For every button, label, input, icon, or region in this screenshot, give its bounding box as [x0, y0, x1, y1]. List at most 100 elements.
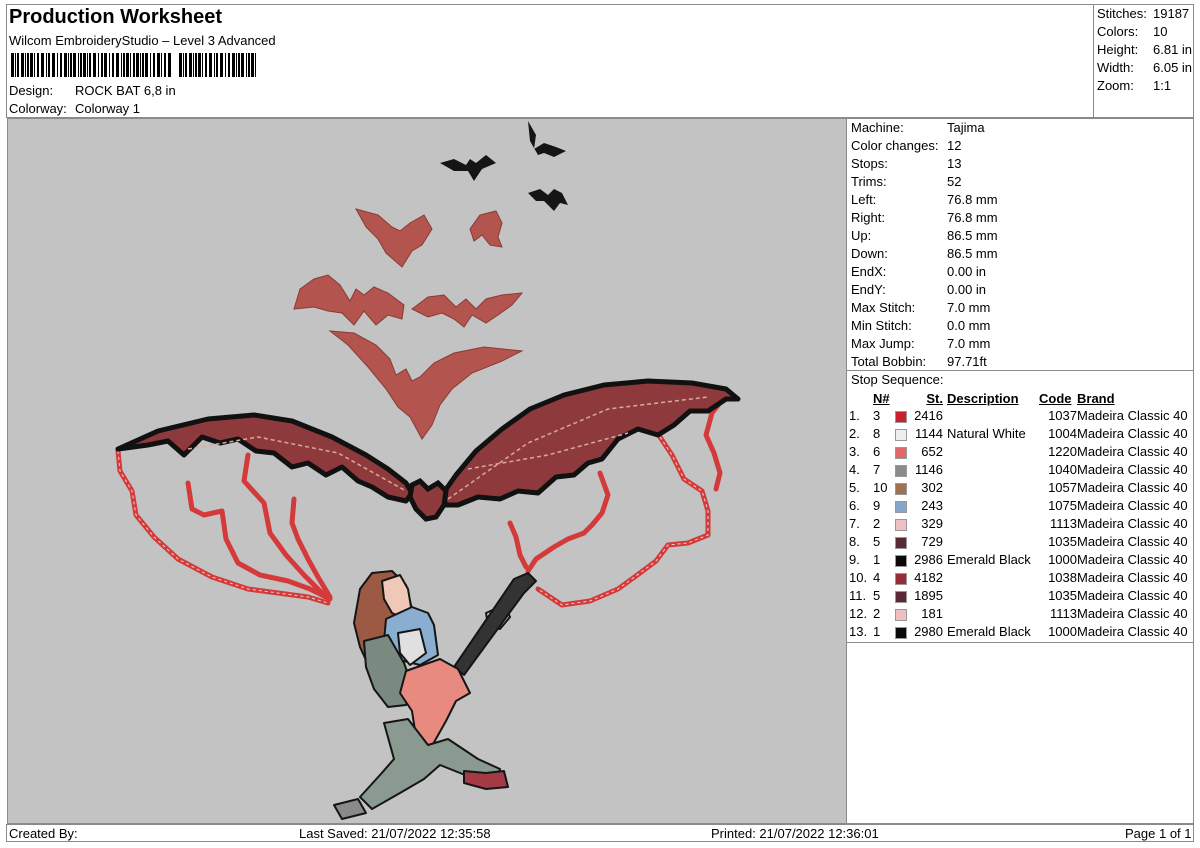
thread-description [947, 479, 1039, 497]
thread-code: 1057 [1048, 480, 1077, 495]
thread-description [947, 407, 1039, 425]
table-header-row: N# St. Description Code Brand [849, 389, 1188, 407]
stitch-count: 729 [921, 534, 943, 549]
info-row: Left: 76.8 mm [851, 191, 1191, 209]
needle-number: 2 [873, 606, 881, 621]
thread-code: 1040 [1048, 462, 1077, 477]
info-value: 76.8 mm [947, 210, 998, 225]
color-swatch [895, 461, 909, 479]
thread-brand: Madeira Classic 40 [1077, 624, 1188, 639]
table-row: 9. 1 2986 Emerald Black 1000 Madeira Classic … [849, 551, 1188, 569]
thread-description: Emerald Black [947, 552, 1031, 567]
summary-value: 10 [1153, 24, 1168, 39]
stitch-count: 181 [921, 606, 943, 621]
stitch-count: 329 [921, 516, 943, 531]
barcode-image [11, 53, 256, 77]
info-value: 13 [947, 156, 962, 171]
info-row: EndY: 0.00 in [851, 281, 1191, 299]
salmon-bat [469, 210, 503, 248]
info-row: Right: 76.8 mm [851, 209, 1191, 227]
needle-number: 7 [873, 462, 881, 477]
info-value: 0.0 mm [947, 318, 991, 333]
color-swatch [895, 551, 909, 569]
color-swatch-box [895, 518, 907, 531]
color-swatch-box [895, 554, 907, 567]
summary-label: Stitches: [1097, 6, 1147, 21]
summary-value: 6.05 in [1153, 60, 1193, 75]
table-row: 8. 5 729 1035 Madeira Classic 40 [849, 533, 1188, 551]
stitch-count: 243 [921, 498, 943, 513]
thread-description [947, 605, 1039, 623]
info-row: Down: 86.5 mm [851, 245, 1191, 263]
color-swatch-box [895, 590, 907, 603]
info-value: 0.00 in [947, 282, 987, 297]
stop-index: 13. [849, 624, 868, 639]
stop-index: 3. [849, 444, 860, 459]
summary-row: Width: 6.05 in [1097, 59, 1195, 77]
summary-value: 19187 [1153, 6, 1190, 21]
thread-code: 1004 [1048, 426, 1077, 441]
salmon-bat [328, 330, 524, 440]
thread-description [947, 515, 1039, 533]
thread-code: 1220 [1048, 444, 1077, 459]
color-swatch [895, 569, 909, 587]
summary-value: 6.81 in [1153, 42, 1193, 57]
info-row: Up: 86.5 mm [851, 227, 1191, 245]
table-row: 6. 9 243 1075 Madeira Classic 40 [849, 497, 1188, 515]
col-stitches: St. [926, 390, 943, 406]
thread-brand: Madeira Classic 40 [1077, 480, 1188, 495]
table-row: 5. 10 302 1057 Madeira Classic 40 [849, 479, 1188, 497]
info-label: EndX: [851, 264, 887, 279]
printed-date: Printed: 21/07/2022 12:36:01 [711, 826, 879, 841]
design-preview [7, 118, 847, 824]
design-row: Design: ROCK BAT 6,8 in [9, 82, 309, 100]
needle-number: 5 [873, 588, 881, 603]
color-swatch [895, 479, 909, 497]
needle-number: 6 [873, 444, 881, 459]
thread-description [947, 461, 1039, 479]
blank-panel [847, 643, 1194, 824]
thread-description: Natural White [947, 426, 1026, 441]
software-subtitle: Wilcom EmbroideryStudio – Level 3 Advanc… [9, 33, 276, 48]
info-row: Max Stitch: 7.0 mm [851, 299, 1191, 317]
thread-description [947, 569, 1039, 587]
stitch-count: 1146 [915, 462, 943, 477]
stitch-count: 652 [921, 444, 943, 459]
color-swatch [895, 605, 909, 623]
thread-description [947, 497, 1039, 515]
info-label: Min Stitch: [851, 318, 912, 333]
thread-description [947, 443, 1039, 461]
lightning [507, 520, 529, 570]
color-swatch [895, 587, 909, 605]
color-swatch-box [895, 428, 907, 441]
thread-code: 1037 [1048, 408, 1077, 423]
needle-number: 1 [873, 552, 881, 567]
black-bat [440, 155, 496, 181]
stop-index: 2. [849, 426, 860, 441]
thread-brand: Madeira Classic 40 [1077, 462, 1188, 477]
col-swatch [895, 389, 909, 407]
info-label: Color changes: [851, 138, 939, 153]
thread-code: 1035 [1048, 534, 1077, 549]
info-label: Total Bobbin: [851, 354, 927, 369]
colorway-value: Colorway 1 [75, 101, 141, 116]
needle-number: 8 [873, 426, 881, 441]
thread-brand: Madeira Classic 40 [1077, 408, 1188, 423]
needle-number: 4 [873, 570, 881, 585]
design-value: ROCK BAT 6,8 in [75, 83, 176, 98]
needle-number: 10 [873, 480, 888, 495]
info-label: Machine: [851, 120, 904, 135]
table-row: 1. 3 2416 1037 Madeira Classic 40 [849, 407, 1188, 425]
thread-brand: Madeira Classic 40 [1077, 444, 1188, 459]
black-bat [528, 189, 568, 211]
info-row: Min Stitch: 0.0 mm [851, 317, 1191, 335]
thread-code: 1038 [1048, 570, 1077, 585]
info-label: Right: [851, 210, 885, 225]
table-row: 7. 2 329 1113 Madeira Classic 40 [849, 515, 1188, 533]
color-swatch-box [895, 536, 907, 549]
page-number: Page 1 of 1 [1125, 826, 1192, 841]
stop-index: 5. [849, 480, 860, 495]
color-swatch-box [895, 464, 907, 477]
summary-row: Zoom: 1:1 [1097, 77, 1195, 95]
summary-label: Width: [1097, 60, 1134, 75]
